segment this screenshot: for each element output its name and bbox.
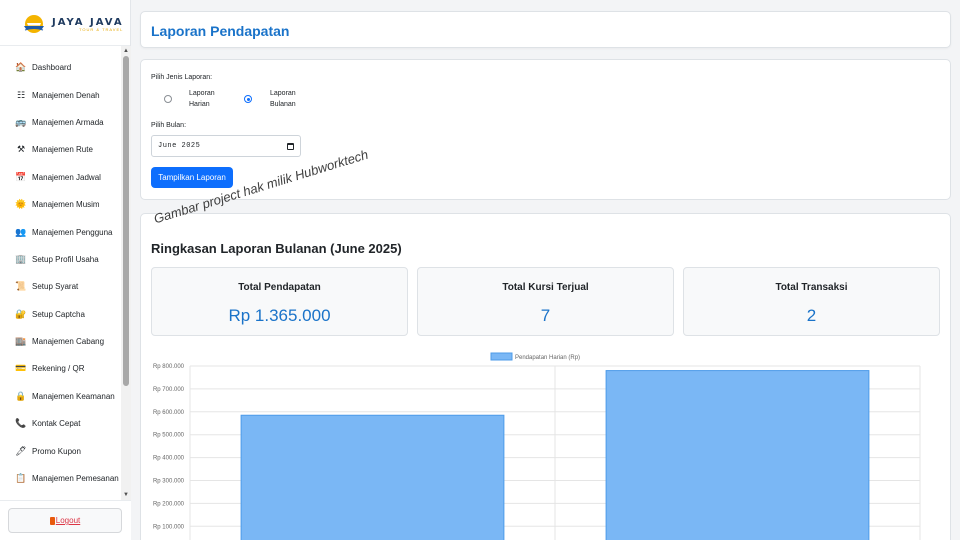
bus-icon: 🚌	[15, 116, 27, 127]
chart-bar	[240, 414, 505, 540]
sidebar-item[interactable]: 📅 Manajemen Jadwal	[0, 164, 121, 191]
sidebar-item[interactable]: ☷ Manajemen Denah	[0, 81, 121, 108]
sidebar-item-label: Manajemen Keamanan	[32, 391, 115, 401]
stat-title: Total Kursi Terjual	[502, 282, 589, 293]
chart-bar	[605, 370, 870, 540]
brand-logo	[22, 13, 46, 33]
sidebar-item[interactable]: 🏬 Manajemen Cabang	[0, 328, 121, 355]
page-header: Laporan Pendapatan	[140, 11, 951, 48]
scroll-thumb[interactable]	[123, 56, 129, 386]
brand: JAYA JAVA	[0, 0, 130, 46]
scroll-down-arrow-icon[interactable]: ▼	[121, 490, 131, 500]
scroll-icon: 📜	[15, 281, 27, 292]
calendar-icon[interactable]	[287, 143, 294, 150]
tools-icon: ⚒	[16, 144, 26, 155]
sidebar-item-label: Manajemen Denah	[32, 90, 100, 100]
stat-value: Rp 1.365.000	[228, 306, 331, 325]
y-tick-label: Rp 800.000	[153, 364, 185, 370]
users-icon: 👥	[15, 226, 27, 237]
sidebar-item[interactable]: 🏢 Setup Profil Usaha	[0, 246, 121, 273]
sidebar-item-label: Promo Kupon	[32, 446, 81, 456]
building-icon: 🏢	[15, 253, 27, 264]
radio-daily[interactable]	[164, 95, 172, 103]
sidebar-item-label: Setup Profil Usaha	[32, 254, 99, 264]
sidebar-item-label: Manajemen Armada	[32, 117, 104, 127]
calendar-icon: 📅	[15, 171, 27, 182]
sidebar-item[interactable]: 🔒 Manajemen Keamanan	[0, 383, 121, 410]
radio-monthly[interactable]	[244, 95, 252, 103]
stat-transactions: Total Transaksi 2	[683, 267, 940, 336]
padlock-icon: 🔒	[15, 390, 27, 401]
sidebar-item[interactable]: 📜 Setup Syarat	[0, 273, 121, 300]
logout-label: Logout	[55, 516, 81, 525]
scroll-up-arrow-icon[interactable]: ▲	[121, 46, 131, 56]
card-icon: 💳	[15, 363, 27, 374]
revenue-chart-svg: Pendapatan Harian (Rp) Rp 100.000 Rp 200.0…	[153, 352, 921, 540]
sidebar-item-label: Kontak Cepat	[32, 419, 81, 429]
month-label: Pilih Bulan:	[151, 122, 187, 129]
page-title: Laporan Pendapatan	[151, 23, 290, 39]
radio-daily-label[interactable]: Laporan Harian	[189, 88, 215, 110]
stat-value: 7	[540, 306, 551, 325]
layout-grid-icon: ☷	[16, 89, 26, 100]
revenue-chart: Pendapatan Harian (Rp) Rp 100.000 Rp 200.0…	[141, 352, 952, 540]
sidebar-item[interactable]: 🌞 Manajemen Musim	[0, 191, 121, 218]
office-icon: 🏬	[15, 336, 27, 347]
pen-icon: 🖊	[15, 445, 27, 456]
sidebar: JAYA JAVA TOUR & TRAVEL 🏠 Dashboard ☷ Manaj…	[0, 0, 131, 540]
sidebar-item-label: Setup Captcha	[32, 309, 85, 319]
sidebar-item[interactable]: 🚌 Manajemen Armada	[0, 109, 121, 136]
month-input-value: June 2025	[158, 142, 201, 150]
report-type-label: Pilih Jenis Laporan:	[151, 74, 213, 81]
sidebar-item-label: Dashboard	[32, 63, 72, 73]
sidebar-item-label: Manajemen Musim	[32, 200, 100, 210]
y-tick-label: Rp 500.000	[153, 433, 185, 439]
legend-label: Pendapatan Harian (Rp)	[515, 355, 580, 361]
sidebar-item[interactable]: 📞 Kontak Cepat	[0, 410, 121, 437]
sidebar-item-label: Manajemen Rute	[32, 145, 93, 155]
sidebar-item-label: Setup Syarat	[32, 282, 79, 292]
y-tick-label: Rp 400.000	[153, 456, 185, 462]
y-tick-label: Rp 700.000	[153, 387, 185, 393]
sidebar-item-label: Manajemen Pemesanan	[32, 474, 119, 484]
sidebar-item[interactable]: ⚒ Manajemen Rute	[0, 136, 121, 163]
radio-monthly-label[interactable]: Laporan Bulanan	[270, 88, 296, 110]
y-tick-label: Rp 600.000	[153, 410, 185, 416]
sidebar-item[interactable]: 📋 Manajemen Pemesanan	[0, 465, 121, 492]
lock-icon: 🔐	[15, 308, 27, 319]
month-input[interactable]: June 2025	[151, 135, 301, 157]
sidebar-item[interactable]: 🔐 Setup Captcha	[0, 301, 121, 328]
sidebar-item-label: Manajemen Pengguna	[32, 227, 113, 237]
sidebar-item-label: Manajemen Cabang	[32, 337, 105, 347]
sun-icon: 🌞	[15, 199, 27, 210]
y-tick-label: Rp 200.000	[153, 501, 185, 507]
logout-button[interactable]: Logout	[8, 508, 122, 533]
clipboard-icon: 📋	[15, 473, 27, 484]
stat-seats-sold: Total Kursi Terjual 7	[417, 267, 674, 336]
sidebar-scrollbar[interactable]: ▲ ▼	[121, 46, 131, 500]
stat-title: Total Transaksi	[775, 282, 848, 293]
stat-value: 2	[806, 306, 817, 325]
logout-area: Logout	[0, 500, 131, 540]
y-tick-label: Rp 100.000	[153, 524, 185, 530]
brand-tagline: TOUR & TRAVEL	[79, 27, 124, 32]
y-tick-label: Rp 300.000	[153, 479, 185, 485]
stat-title: Total Pendapatan	[238, 282, 321, 293]
summary-title: Ringkasan Laporan Bulanan (June 2025)	[151, 241, 402, 256]
summary-card: Ringkasan Laporan Bulanan (June 2025) To…	[140, 213, 951, 540]
sidebar-item-label: Manajemen Jadwal	[32, 172, 101, 182]
sidebar-nav: 🏠 Dashboard ☷ Manajemen Denah 🚌 Manajemen Arm…	[0, 54, 121, 492]
stat-total-revenue: Total Pendapatan Rp 1.365.000	[151, 267, 408, 336]
sidebar-item[interactable]: 💳 Rekening / QR	[0, 355, 121, 382]
show-report-button[interactable]: Tampilkan Laporan	[151, 167, 233, 188]
door-icon	[49, 516, 55, 525]
phone-icon: 📞	[15, 418, 27, 429]
sidebar-item[interactable]: 🏠 Dashboard	[0, 54, 121, 81]
sidebar-item[interactable]: 🖊 Promo Kupon	[0, 437, 121, 464]
sidebar-item[interactable]: 👥 Manajemen Pengguna	[0, 218, 121, 245]
sidebar-item-label: Rekening / QR	[32, 364, 85, 374]
home-icon: 🏠	[15, 62, 27, 73]
legend-swatch	[490, 352, 513, 361]
